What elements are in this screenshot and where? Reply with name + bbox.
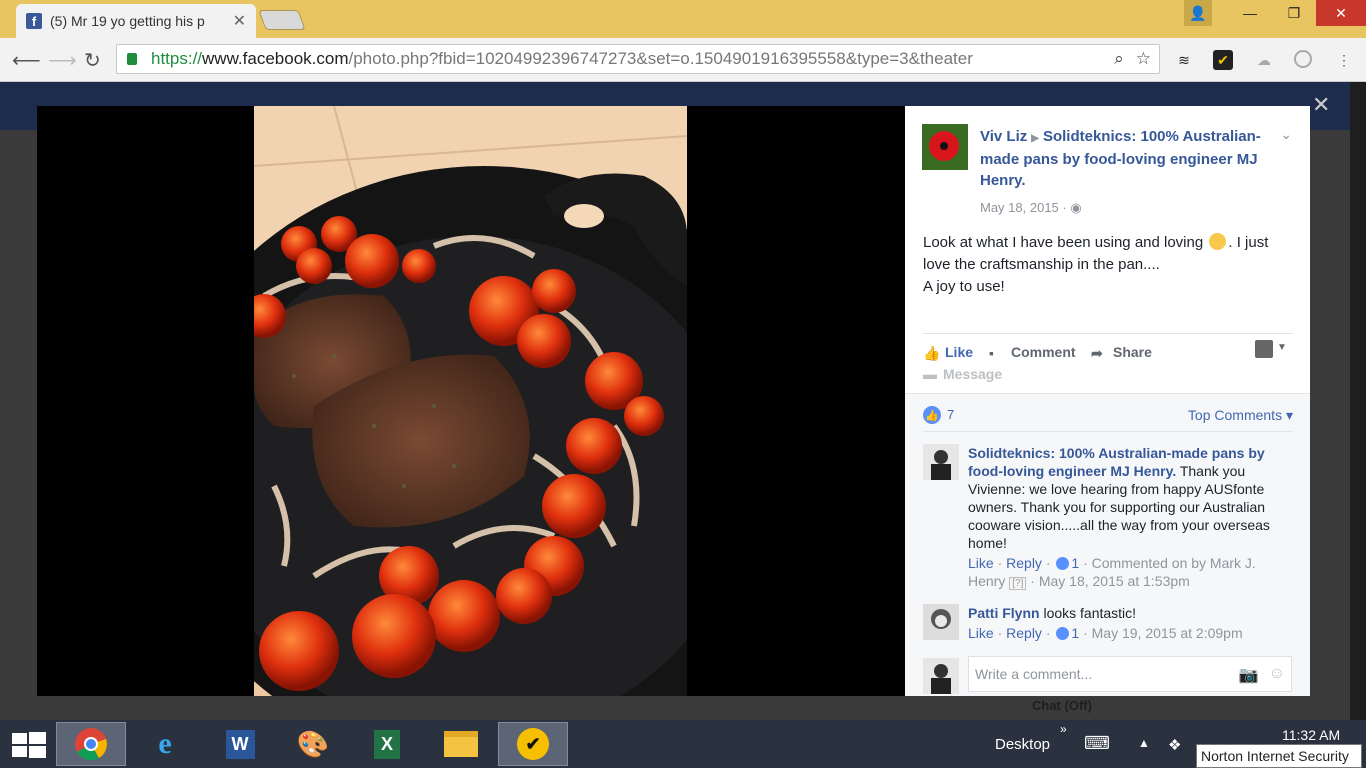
like-count-icon — [1056, 557, 1070, 570]
post-author-line: Viv Liz ▶ Solidteknics: 100% Australian-ma… — [980, 126, 1280, 191]
windows-taskbar: e W 🎨 X ✔ Desktop » ⌨ ▲ ❖ 11:32 AM — [0, 720, 1366, 768]
toolbar-overflow-icon[interactable]: » — [1060, 722, 1067, 736]
share-as-avatar[interactable] — [1255, 340, 1273, 358]
food-photo[interactable] — [254, 106, 687, 696]
help-badge[interactable]: [?] — [1009, 577, 1027, 590]
comment-meta: Like · Reply · 1 · May 19, 2015 at 2:09p… — [968, 625, 1243, 641]
forward-arrow-icon[interactable]: ⟶ — [48, 48, 77, 73]
menu-dots-icon[interactable]: ⋮ — [1334, 50, 1354, 70]
comment-body: Patti Flynn looks fantastic! Like · Repl… — [968, 604, 1288, 642]
comment-reply-link[interactable]: Reply — [1006, 555, 1042, 571]
sticker-icon[interactable]: ☺ — [1269, 665, 1285, 685]
desktop-toolbar-label[interactable]: Desktop — [995, 736, 1050, 753]
lock-icon — [127, 53, 137, 65]
profile-icon[interactable]: 👤 — [1184, 0, 1212, 26]
minimize-button[interactable]: — — [1228, 0, 1272, 26]
tab-title: (5) Mr 19 yo getting his p — [50, 13, 205, 29]
tab-close-icon[interactable]: ✕ — [233, 11, 246, 31]
share-arrow-icon: ➦ — [1091, 345, 1103, 361]
browser-toolbar: ⟵ ⟶ ↻ https://www.facebook.com/photo.php… — [0, 38, 1366, 82]
comment-input[interactable]: Write a comment... 📷 ☺ — [968, 656, 1292, 692]
share-button[interactable]: ➦ Share — [1091, 344, 1152, 361]
thumbs-up-icon: 👍 — [923, 345, 941, 361]
reaction-count[interactable]: 7 — [947, 407, 954, 422]
norton-taskbar-icon[interactable]: ✔ — [498, 722, 568, 766]
taskbar-clock[interactable]: 11:32 AM — [1282, 727, 1340, 743]
norton-extension-icon[interactable]: ✔ — [1213, 50, 1233, 70]
address-bar[interactable]: https://www.facebook.com/photo.php?fbid=… — [116, 44, 1160, 74]
extension-icon[interactable] — [1294, 50, 1312, 68]
window-close-button[interactable]: ✕ — [1316, 0, 1366, 26]
comment-time[interactable]: May 18, 2015 at 1:53pm — [1039, 573, 1190, 589]
message-button[interactable]: ▬ Message — [923, 366, 1002, 382]
chat-status[interactable]: Chat (Off) — [1032, 698, 1092, 713]
shared-to-arrow-icon: ▶ — [1031, 133, 1039, 144]
back-arrow-icon[interactable]: ⟵ — [12, 48, 41, 73]
show-hidden-icons[interactable]: ▲ — [1138, 736, 1150, 750]
bookmark-star-icon[interactable]: ☆ — [1136, 49, 1151, 69]
page-scrollbar[interactable] — [1350, 82, 1366, 720]
like-reaction-icon: 👍 — [923, 406, 941, 424]
theater-close-icon[interactable]: ✕ — [1312, 92, 1330, 118]
comment-like-link[interactable]: Like — [968, 625, 994, 641]
comment-button[interactable]: ▪ Comment — [989, 344, 1076, 361]
post-body: Look at what I have been using and lovin… — [923, 233, 1269, 295]
globe-icon: ◉ — [1070, 200, 1082, 215]
commenter-avatar[interactable] — [923, 604, 959, 640]
comment-text: looks fantastic! — [1039, 605, 1137, 621]
cloud-extension-icon[interactable]: ☁ — [1254, 50, 1274, 70]
maximize-button[interactable]: ❐ — [1272, 0, 1316, 26]
sort-comments-dropdown[interactable]: Top Comments ▾ — [1188, 407, 1293, 424]
current-user-avatar — [923, 658, 959, 694]
chevron-down-icon[interactable]: ⌄ — [1280, 126, 1292, 143]
comment-reply-link[interactable]: Reply — [1006, 625, 1042, 641]
browser-tab-facebook[interactable]: f (5) Mr 19 yo getting his p ✕ — [16, 4, 256, 38]
tray-tooltip: Norton Internet Security — [1196, 744, 1362, 768]
new-tab-button[interactable] — [258, 10, 306, 30]
comments-section: 👍 7 Top Comments ▾ Solidteknics: 100% Au… — [905, 393, 1310, 696]
author-avatar[interactable] — [922, 124, 968, 170]
message-icon: ▬ — [923, 366, 937, 382]
chrome-taskbar-icon[interactable] — [56, 722, 126, 766]
comment-meta: Like · Reply · 1 · Commented on by Mark … — [968, 555, 1256, 590]
windows-start-icon[interactable] — [12, 732, 46, 758]
comment-bubble-icon: ▪ — [989, 345, 994, 361]
word-taskbar-icon[interactable]: W — [205, 722, 275, 766]
photo-theater — [37, 106, 905, 696]
commenter-avatar[interactable] — [923, 444, 959, 480]
comment-time[interactable]: May 19, 2015 at 2:09pm — [1092, 625, 1243, 641]
file-explorer-taskbar-icon[interactable] — [426, 722, 496, 766]
like-button[interactable]: 👍 Like — [923, 344, 973, 361]
internet-explorer-taskbar-icon[interactable]: e — [130, 722, 200, 766]
comment-like-count[interactable]: 1 — [1071, 555, 1079, 571]
smiley-emoji-icon — [1209, 233, 1227, 250]
browser-tabbar: f (5) Mr 19 yo getting his p ✕ 👤 — ❐ ✕ — [0, 0, 1366, 38]
excel-taskbar-icon[interactable]: X — [352, 722, 422, 766]
window-controls: 👤 — ❐ ✕ — [1184, 0, 1366, 26]
comment-like-count[interactable]: 1 — [1071, 625, 1079, 641]
paint-taskbar-icon[interactable]: 🎨 — [278, 722, 348, 766]
commenter-name[interactable]: Patti Flynn — [968, 605, 1040, 621]
author-name[interactable]: Viv Liz — [980, 128, 1027, 145]
post-date[interactable]: May 18, 2015 · ◉ — [980, 200, 1082, 216]
caret-down-icon[interactable]: ▼ — [1277, 342, 1287, 353]
reaction-summary: 👍 7 Top Comments ▾ — [923, 406, 1293, 432]
reload-icon[interactable]: ↻ — [84, 48, 101, 73]
comment-body: Solidteknics: 100% Australian-made pans … — [968, 444, 1288, 593]
post-pane: Viv Liz ▶ Solidteknics: 100% Australian-ma… — [905, 106, 1310, 696]
like-count-icon — [1056, 627, 1070, 640]
dropbox-tray-icon[interactable]: ❖ — [1168, 736, 1181, 754]
post-actions: 👍 Like ▪ Comment ➦ Share — [923, 333, 1293, 393]
layers-extension-icon[interactable]: ≋ — [1174, 50, 1194, 70]
camera-icon[interactable]: 📷 — [1239, 665, 1259, 685]
keyboard-icon[interactable]: ⌨ — [1084, 733, 1110, 754]
facebook-favicon-icon: f — [26, 13, 42, 29]
search-icon[interactable]: ⌕ — [1114, 49, 1124, 69]
comment-like-link[interactable]: Like — [968, 555, 994, 571]
url-text: https://www.facebook.com/photo.php?fbid=… — [151, 49, 973, 68]
